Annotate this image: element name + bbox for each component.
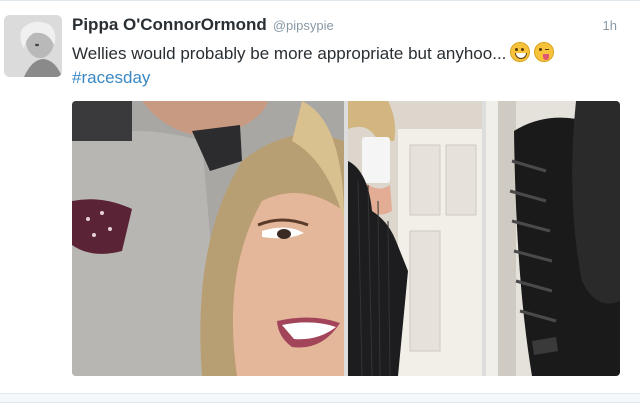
mirror-selfie-image xyxy=(348,101,482,376)
black-jacket-photo[interactable] xyxy=(486,101,620,376)
selfie-image xyxy=(72,101,344,376)
grinning-face-emoji xyxy=(510,42,531,62)
display-name[interactable]: Pippa O'ConnorOrmond xyxy=(72,15,267,35)
avatar-image xyxy=(4,15,62,77)
timestamp[interactable]: 1h xyxy=(603,18,617,33)
selfie-photo[interactable] xyxy=(72,101,344,376)
media-grid[interactable] xyxy=(72,101,620,376)
winking-face-tongue-emoji xyxy=(534,42,555,62)
black-jacket-image xyxy=(486,101,620,376)
tweet-body: Wellies would probably be more appropria… xyxy=(72,44,507,63)
hashtag-link[interactable]: #racesday xyxy=(72,66,617,90)
mirror-selfie-photo[interactable] xyxy=(348,101,482,376)
card-divider xyxy=(0,393,640,402)
tweet-header: Pippa O'ConnorOrmond @pipsypie 1h xyxy=(72,15,627,37)
user-handle[interactable]: @pipsypie xyxy=(273,18,334,33)
avatar[interactable] xyxy=(4,15,62,77)
tweet-text: Wellies would probably be more appropria… xyxy=(72,42,617,90)
tweet-card[interactable]: Pippa O'ConnorOrmond @pipsypie 1h Wellie… xyxy=(0,0,640,403)
